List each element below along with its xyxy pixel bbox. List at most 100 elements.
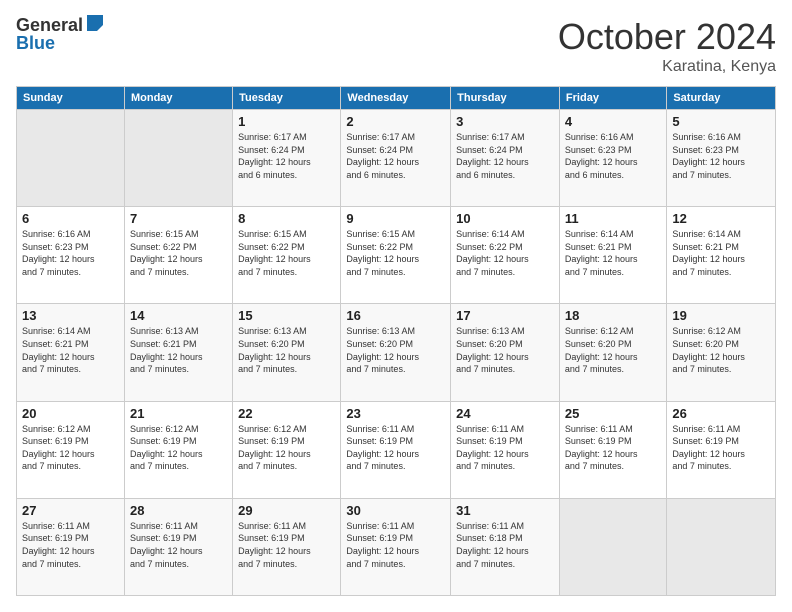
calendar-day-cell: 1 Sunrise: 6:17 AM Sunset: 6:24 PM Daylig…: [233, 110, 341, 207]
calendar-day-cell: 17Sunrise: 6:13 AM Sunset: 6:20 PM Dayli…: [451, 304, 560, 401]
day-info: Sunrise: 6:12 AM Sunset: 6:19 PM Dayligh…: [130, 424, 203, 472]
day-number: 6: [22, 211, 119, 226]
day-info: Sunrise: 6:12 AM Sunset: 6:19 PM Dayligh…: [22, 424, 95, 472]
day-info: Sunrise: 6:11 AM Sunset: 6:19 PM Dayligh…: [130, 521, 203, 569]
calendar-day-cell: [124, 110, 232, 207]
month-title: October 2024: [558, 16, 776, 58]
day-number: 8: [238, 211, 335, 226]
day-info: Sunrise: 6:11 AM Sunset: 6:19 PM Dayligh…: [238, 521, 311, 569]
day-number: 19: [672, 308, 770, 323]
calendar-week-row: 6 Sunrise: 6:16 AM Sunset: 6:23 PM Daylig…: [17, 207, 776, 304]
calendar-day-cell: 25 Sunrise: 6:11 AM Sunset: 6:19 PM Dayli…: [559, 401, 666, 498]
calendar-day-cell: 6 Sunrise: 6:16 AM Sunset: 6:23 PM Daylig…: [17, 207, 125, 304]
day-info: Sunrise: 6:12 AM Sunset: 6:20 PM Dayligh…: [672, 326, 745, 374]
day-number: 22: [238, 406, 335, 421]
calendar-day-cell: 20Sunrise: 6:12 AM Sunset: 6:19 PM Dayli…: [17, 401, 125, 498]
day-info: Sunrise: 6:13 AM Sunset: 6:21 PM Dayligh…: [130, 326, 203, 374]
day-info: Sunrise: 6:11 AM Sunset: 6:19 PM Dayligh…: [565, 424, 638, 472]
page: General Blue October 2024 Karatina, Keny…: [0, 0, 792, 612]
calendar-day-cell: 18 Sunrise: 6:12 AM Sunset: 6:20 PM Dayli…: [559, 304, 666, 401]
day-info: Sunrise: 6:15 AM Sunset: 6:22 PM Dayligh…: [130, 229, 203, 277]
calendar-day-cell: [667, 498, 776, 595]
day-number: 7: [130, 211, 227, 226]
day-info: Sunrise: 6:13 AM Sunset: 6:20 PM Dayligh…: [238, 326, 311, 374]
day-info: Sunrise: 6:17 AM Sunset: 6:24 PM Dayligh…: [238, 132, 311, 180]
calendar-week-row: 27 Sunrise: 6:11 AM Sunset: 6:19 PM Dayli…: [17, 498, 776, 595]
day-info: Sunrise: 6:17 AM Sunset: 6:24 PM Dayligh…: [346, 132, 419, 180]
location-title: Karatina, Kenya: [558, 58, 776, 76]
calendar-day-cell: 12 Sunrise: 6:14 AM Sunset: 6:21 PM Dayli…: [667, 207, 776, 304]
calendar-day-cell: 31 Sunrise: 6:11 AM Sunset: 6:18 PM Dayli…: [451, 498, 560, 595]
day-number: 26: [672, 406, 770, 421]
day-number: 4: [565, 114, 661, 129]
day-info: Sunrise: 6:16 AM Sunset: 6:23 PM Dayligh…: [565, 132, 638, 180]
day-number: 16: [346, 308, 445, 323]
calendar-day-cell: 24 Sunrise: 6:11 AM Sunset: 6:19 PM Dayli…: [451, 401, 560, 498]
calendar-col-header: Saturday: [667, 87, 776, 110]
logo-general-text: General: [16, 16, 83, 34]
header: General Blue October 2024 Karatina, Keny…: [16, 16, 776, 76]
day-info: Sunrise: 6:13 AM Sunset: 6:20 PM Dayligh…: [456, 326, 529, 374]
calendar-day-cell: 9 Sunrise: 6:15 AM Sunset: 6:22 PM Daylig…: [341, 207, 451, 304]
calendar-col-header: Wednesday: [341, 87, 451, 110]
calendar-day-cell: 26 Sunrise: 6:11 AM Sunset: 6:19 PM Dayli…: [667, 401, 776, 498]
calendar-col-header: Sunday: [17, 87, 125, 110]
day-number: 27: [22, 503, 119, 518]
day-number: 24: [456, 406, 554, 421]
day-info: Sunrise: 6:11 AM Sunset: 6:19 PM Dayligh…: [346, 521, 419, 569]
calendar-day-cell: 5 Sunrise: 6:16 AM Sunset: 6:23 PM Daylig…: [667, 110, 776, 207]
day-info: Sunrise: 6:11 AM Sunset: 6:19 PM Dayligh…: [672, 424, 745, 472]
day-number: 23: [346, 406, 445, 421]
day-info: Sunrise: 6:17 AM Sunset: 6:24 PM Dayligh…: [456, 132, 529, 180]
calendar-day-cell: [17, 110, 125, 207]
day-info: Sunrise: 6:11 AM Sunset: 6:19 PM Dayligh…: [346, 424, 419, 472]
calendar-col-header: Friday: [559, 87, 666, 110]
day-number: 9: [346, 211, 445, 226]
calendar-day-cell: 28 Sunrise: 6:11 AM Sunset: 6:19 PM Dayli…: [124, 498, 232, 595]
calendar-day-cell: 7 Sunrise: 6:15 AM Sunset: 6:22 PM Daylig…: [124, 207, 232, 304]
day-number: 18: [565, 308, 661, 323]
day-info: Sunrise: 6:16 AM Sunset: 6:23 PM Dayligh…: [672, 132, 745, 180]
calendar-day-cell: 11 Sunrise: 6:14 AM Sunset: 6:21 PM Dayli…: [559, 207, 666, 304]
calendar-day-cell: 8 Sunrise: 6:15 AM Sunset: 6:22 PM Daylig…: [233, 207, 341, 304]
calendar-day-cell: 19 Sunrise: 6:12 AM Sunset: 6:20 PM Dayli…: [667, 304, 776, 401]
day-number: 12: [672, 211, 770, 226]
calendar-day-cell: 13 Sunrise: 6:14 AM Sunset: 6:21 PM Dayli…: [17, 304, 125, 401]
day-info: Sunrise: 6:13 AM Sunset: 6:20 PM Dayligh…: [346, 326, 419, 374]
calendar-col-header: Tuesday: [233, 87, 341, 110]
logo: General Blue: [16, 16, 105, 52]
day-number: 15: [238, 308, 335, 323]
calendar-col-header: Thursday: [451, 87, 560, 110]
day-info: Sunrise: 6:14 AM Sunset: 6:21 PM Dayligh…: [672, 229, 745, 277]
day-info: Sunrise: 6:11 AM Sunset: 6:19 PM Dayligh…: [456, 424, 529, 472]
day-number: 13: [22, 308, 119, 323]
day-number: 3: [456, 114, 554, 129]
calendar-day-cell: 3 Sunrise: 6:17 AM Sunset: 6:24 PM Daylig…: [451, 110, 560, 207]
day-info: Sunrise: 6:12 AM Sunset: 6:19 PM Dayligh…: [238, 424, 311, 472]
day-number: 25: [565, 406, 661, 421]
calendar-day-cell: 21 Sunrise: 6:12 AM Sunset: 6:19 PM Dayli…: [124, 401, 232, 498]
day-info: Sunrise: 6:16 AM Sunset: 6:23 PM Dayligh…: [22, 229, 95, 277]
day-number: 5: [672, 114, 770, 129]
day-number: 31: [456, 503, 554, 518]
calendar-day-cell: 10 Sunrise: 6:14 AM Sunset: 6:22 PM Dayli…: [451, 207, 560, 304]
day-number: 1: [238, 114, 335, 129]
day-number: 21: [130, 406, 227, 421]
day-number: 28: [130, 503, 227, 518]
calendar-day-cell: 23 Sunrise: 6:11 AM Sunset: 6:19 PM Dayli…: [341, 401, 451, 498]
day-number: 10: [456, 211, 554, 226]
calendar-day-cell: 27 Sunrise: 6:11 AM Sunset: 6:19 PM Dayli…: [17, 498, 125, 595]
day-number: 2: [346, 114, 445, 129]
day-number: 11: [565, 211, 661, 226]
calendar-day-cell: 14Sunrise: 6:13 AM Sunset: 6:21 PM Dayli…: [124, 304, 232, 401]
day-info: Sunrise: 6:14 AM Sunset: 6:22 PM Dayligh…: [456, 229, 529, 277]
day-info: Sunrise: 6:14 AM Sunset: 6:21 PM Dayligh…: [565, 229, 638, 277]
calendar-day-cell: [559, 498, 666, 595]
day-info: Sunrise: 6:11 AM Sunset: 6:18 PM Dayligh…: [456, 521, 529, 569]
day-info: Sunrise: 6:15 AM Sunset: 6:22 PM Dayligh…: [238, 229, 311, 277]
day-info: Sunrise: 6:11 AM Sunset: 6:19 PM Dayligh…: [22, 521, 95, 569]
calendar-day-cell: 15 Sunrise: 6:13 AM Sunset: 6:20 PM Dayli…: [233, 304, 341, 401]
day-info: Sunrise: 6:12 AM Sunset: 6:20 PM Dayligh…: [565, 326, 638, 374]
day-info: Sunrise: 6:14 AM Sunset: 6:21 PM Dayligh…: [22, 326, 95, 374]
day-info: Sunrise: 6:15 AM Sunset: 6:22 PM Dayligh…: [346, 229, 419, 277]
